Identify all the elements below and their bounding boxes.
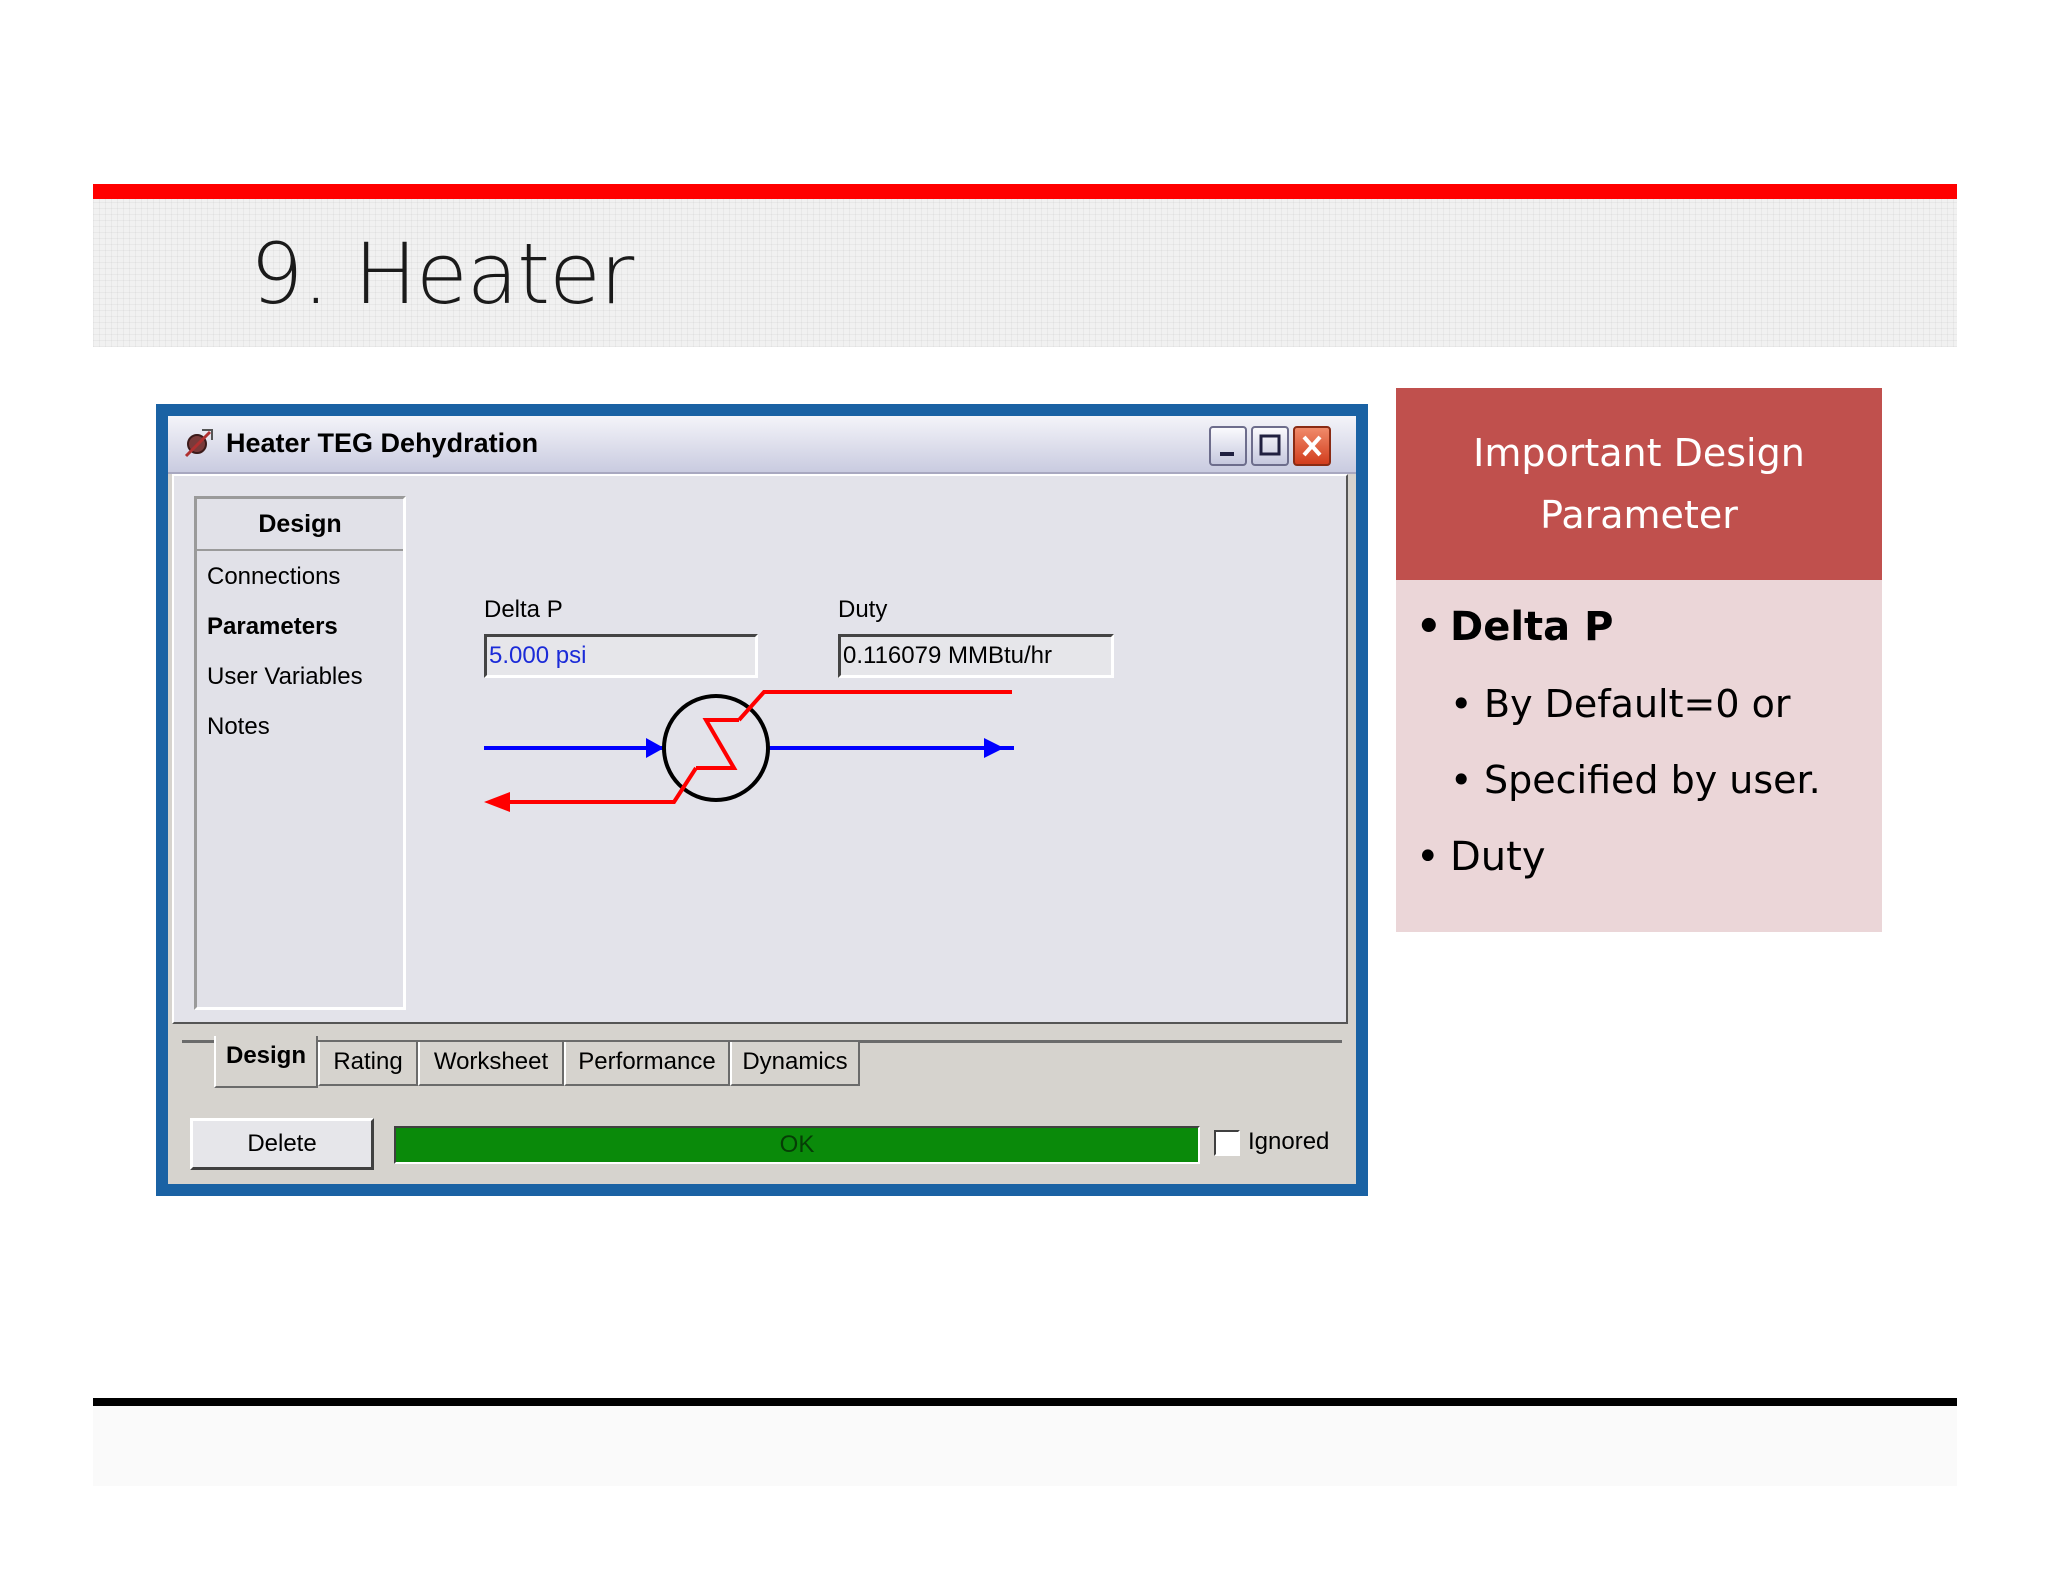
minimize-button[interactable] <box>1209 426 1247 466</box>
nav-item-notes[interactable]: Notes <box>207 713 270 741</box>
bullet-dot-icon: • <box>1416 604 1442 650</box>
bullet-specified-by-user: • Specified by user. <box>1450 758 1821 802</box>
maximize-button[interactable] <box>1251 426 1289 466</box>
heater-dialog: Heater TEG Dehydration Design Connection… <box>168 416 1356 1184</box>
design-content-panel: Design Connections Parameters User Varia… <box>172 474 1348 1024</box>
heater-symbol <box>662 694 770 802</box>
delta-p-label: Delta P <box>484 596 563 623</box>
delta-p-field[interactable]: 5.000 psi <box>484 634 758 678</box>
bullet-by-default: • By Default=0 or <box>1450 682 1791 726</box>
nav-item-connections[interactable]: Connections <box>207 563 340 591</box>
dialog-frame: Heater TEG Dehydration Design Connection… <box>156 404 1368 1196</box>
nav-item-parameters[interactable]: Parameters <box>207 613 338 641</box>
duty-field[interactable]: 0.116079 MMBtu/hr <box>838 634 1114 678</box>
tab-design[interactable]: Design <box>214 1036 318 1088</box>
bullet-dot-icon: • <box>1450 758 1473 802</box>
dialog-titlebar[interactable]: Heater TEG Dehydration <box>168 416 1356 474</box>
outlet-arrow <box>984 738 1004 758</box>
slide-title: 9. Heater <box>250 225 634 323</box>
nav-header: Design <box>197 499 403 551</box>
energy-stream-bottom <box>490 766 698 804</box>
energy-arrow <box>484 792 510 812</box>
delete-button[interactable]: Delete <box>190 1118 374 1170</box>
design-nav-panel: Design Connections Parameters User Varia… <box>194 496 406 1010</box>
window-title: Heater TEG Dehydration <box>226 428 539 458</box>
bullet-delta-p: • Delta P <box>1416 604 1614 650</box>
info-panel-body: • Delta P • By Default=0 or • Specified by … <box>1396 580 1882 932</box>
energy-stream-top <box>737 690 1012 722</box>
info-panel-header: Important Design Parameter <box>1396 388 1882 580</box>
bullet-dot-icon: • <box>1450 682 1473 726</box>
energy-coil <box>696 718 739 770</box>
ignored-label[interactable]: Ignored <box>1248 1128 1329 1156</box>
heater-app-icon <box>184 429 213 458</box>
info-header-line-1: Important Design <box>1473 431 1805 475</box>
footer-bar <box>93 1398 1957 1406</box>
inlet-arrow <box>646 738 664 758</box>
nav-item-user-variables[interactable]: User Variables <box>207 663 363 691</box>
status-bar: OK <box>394 1126 1200 1164</box>
tab-performance[interactable]: Performance <box>564 1042 730 1086</box>
tab-worksheet[interactable]: Worksheet <box>418 1042 564 1086</box>
bullet-duty: • Duty <box>1416 834 1546 880</box>
heater-diagram <box>484 690 1014 812</box>
close-icon <box>1302 435 1322 457</box>
maximize-icon <box>1259 434 1281 456</box>
footer-band <box>93 1406 1957 1486</box>
title-accent-bar <box>93 184 1957 199</box>
tab-dynamics[interactable]: Dynamics <box>730 1042 860 1086</box>
close-button[interactable] <box>1293 426 1331 466</box>
bullet-dot-icon: • <box>1416 834 1440 880</box>
duty-label: Duty <box>838 596 888 623</box>
info-header-line-2: Parameter <box>1540 493 1738 537</box>
ignored-checkbox[interactable] <box>1214 1130 1240 1156</box>
tab-rating[interactable]: Rating <box>318 1042 418 1086</box>
minimize-icon <box>1220 452 1234 456</box>
